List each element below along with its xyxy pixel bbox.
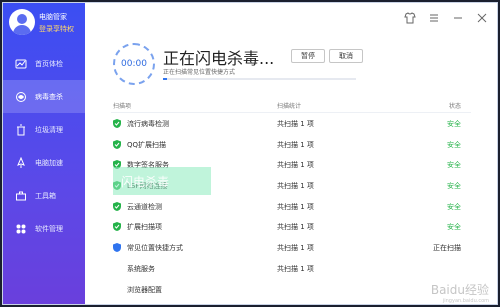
- header-item: 扫描项: [113, 103, 132, 110]
- shirt-icon: [404, 12, 416, 24]
- table-row: 流行病毒检测 共扫描 1 项 安全: [111, 113, 471, 134]
- row-status: 安全: [447, 182, 461, 191]
- trash-icon: [15, 124, 27, 136]
- row-count: 共扫描 1 项: [277, 244, 314, 253]
- toolbox-icon: [15, 190, 27, 202]
- sidebar-nav: 首页体检 病毒查杀 垃圾清理 电脑加速 工具箱 软件管理: [3, 47, 85, 245]
- row-count: 共扫描 1 项: [277, 161, 314, 170]
- row-name: 常见位置快捷方式: [127, 244, 183, 253]
- avatar[interactable]: [9, 9, 35, 35]
- sidebar-item-label: 电脑加速: [35, 158, 63, 167]
- menu-button[interactable]: [427, 9, 441, 22]
- rocket-icon: [15, 156, 27, 169]
- sidebar-item-label: 病毒查杀: [35, 92, 63, 101]
- table-body: 流行病毒检测 共扫描 1 项安全 QQ扩展扫描 共扫描 1 项安全 数字签名服务 共扫描 …: [111, 113, 471, 299]
- row-status: 安全: [447, 161, 461, 170]
- table-row: QQ扩展扫描 共扫描 1 项 安全: [111, 134, 471, 155]
- shield-check-icon: [113, 119, 121, 128]
- row-name: 扩展扫描项: [127, 223, 162, 232]
- close-icon: [477, 13, 487, 23]
- menu-icon: [430, 14, 438, 22]
- table-row: 系统服务 共扫描 1 项: [111, 258, 471, 279]
- pause-button[interactable]: 暂停: [291, 49, 325, 63]
- minimize-icon: [454, 17, 462, 19]
- scan-timer: 00:00: [113, 43, 155, 85]
- flash-scan-overlay: 闪电杀毒: [113, 167, 211, 195]
- row-status: 安全: [447, 120, 461, 128]
- minimize-button[interactable]: [451, 9, 465, 21]
- header-count: 扫描统计: [277, 103, 302, 110]
- watermark: Baidu经验: [430, 283, 489, 297]
- close-button[interactable]: [475, 9, 489, 23]
- sidebar-item-software[interactable]: 软件管理: [3, 212, 85, 245]
- sidebar-item-label: 首页体检: [35, 59, 63, 68]
- table-row: 浏览器配置: [111, 279, 471, 300]
- row-status: 安全: [447, 202, 461, 211]
- row-count: 共扫描 1 项: [277, 120, 314, 128]
- row-status: 安全: [447, 140, 461, 149]
- login-link[interactable]: 登录享特权: [39, 24, 74, 34]
- row-name: QQ扩展扫描: [127, 140, 167, 149]
- pending-icon: [113, 285, 121, 294]
- shield-check-icon: [113, 139, 121, 149]
- app-window: 电脑管家 登录享特权 首页体检 病毒查杀 垃圾清理 电脑加速 工具箱 软件管理 …: [2, 2, 498, 305]
- sidebar-item-home-checkup[interactable]: 首页体检: [3, 47, 85, 80]
- scan-progress-bar: [163, 78, 356, 80]
- shield-check-icon: [113, 222, 121, 232]
- table-header: 扫描项 扫描统计 状态: [111, 99, 471, 113]
- user-profile[interactable]: 电脑管家 登录享特权: [9, 9, 85, 39]
- row-status: 正在扫描: [433, 244, 461, 253]
- scan-progress-fill: [163, 78, 167, 80]
- scan-results-table: 扫描项 扫描统计 状态 流行病毒检测 共扫描 1 项安全 QQ扩展扫描 共扫描 1 项…: [111, 99, 471, 299]
- scan-title: 正在闪电杀毒...: [163, 49, 275, 68]
- row-count: 共扫描 1 项: [277, 223, 314, 232]
- watermark-url: jingyan.baidu.com: [442, 298, 489, 304]
- sidebar-item-label: 垃圾清理: [35, 125, 63, 134]
- app-name: 电脑管家: [39, 13, 67, 21]
- scan-status-text: 正在扫描常见位置快捷方式: [163, 69, 236, 76]
- sidebar-item-speedup[interactable]: 电脑加速: [3, 146, 85, 179]
- sidebar-item-toolbox[interactable]: 工具箱: [3, 179, 85, 212]
- virus-icon: [15, 91, 27, 103]
- apps-icon: [15, 223, 27, 235]
- titlebar-controls: [403, 9, 489, 24]
- sidebar-item-virus-scan[interactable]: 病毒查杀: [3, 80, 85, 113]
- row-status: 安全: [447, 223, 461, 232]
- row-count: 共扫描 1 项: [277, 202, 314, 211]
- row-name: 系统服务: [127, 264, 155, 273]
- sidebar-item-cleanup[interactable]: 垃圾清理: [3, 113, 85, 146]
- scanning-icon: [113, 243, 121, 253]
- row-name: 流行病毒检测: [127, 120, 169, 128]
- cancel-button[interactable]: 取消: [329, 49, 363, 63]
- row-name: 浏览器配置: [127, 285, 162, 294]
- row-count: 共扫描 1 项: [277, 182, 314, 191]
- table-row: 常见位置快捷方式 共扫描 1 项 正在扫描: [111, 237, 471, 258]
- sidebar: 电脑管家 登录享特权 首页体检 病毒查杀 垃圾清理 电脑加速 工具箱 软件管理: [3, 3, 85, 304]
- table-row: 云通道检测 共扫描 1 项 安全: [111, 196, 471, 217]
- sidebar-item-label: 软件管理: [35, 224, 63, 233]
- header-status: 状态: [448, 103, 461, 110]
- chart-icon: [15, 58, 27, 70]
- sidebar-item-label: 工具箱: [35, 191, 56, 200]
- row-name: 云通道检测: [127, 202, 162, 211]
- table-row: 扩展扫描项 共扫描 1 项 安全: [111, 216, 471, 237]
- pending-icon: [113, 264, 121, 273]
- row-count: 共扫描 1 项: [277, 140, 314, 149]
- shield-check-icon: [113, 201, 121, 211]
- row-count: 共扫描 1 项: [277, 264, 314, 273]
- skin-button[interactable]: [403, 9, 417, 24]
